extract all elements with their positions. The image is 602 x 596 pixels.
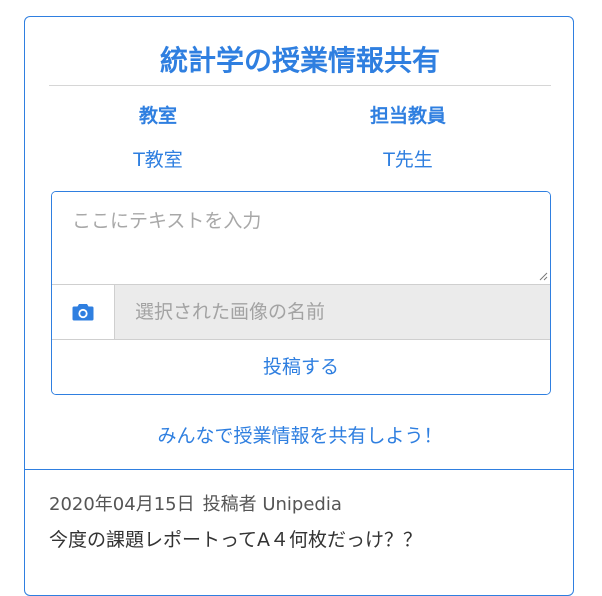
page-title: 統計学の授業情報共有: [159, 44, 440, 77]
share-call-to-action: みんなで授業情報を共有しよう！: [157, 425, 443, 447]
post-date: 2020年04月15日: [49, 494, 195, 515]
selected-image-name[interactable]: 選択された画像の名前: [115, 285, 550, 339]
submit-post-button[interactable]: 投稿する: [52, 340, 550, 394]
teacher-heading: 担当教員: [369, 105, 446, 127]
classroom-heading: 教室: [138, 105, 177, 127]
teacher-value: T先生: [383, 149, 433, 171]
title-divider: [49, 85, 551, 86]
post-author: 投稿者 Unipedia: [202, 494, 342, 515]
camera-button[interactable]: [52, 285, 115, 339]
post-body: 今度の課題レポートってA４何枚だっけ？？: [49, 529, 423, 551]
post-text-input[interactable]: [52, 192, 550, 284]
classroom-value: T教室: [133, 149, 183, 171]
image-select-row: 選択された画像の名前: [52, 284, 550, 340]
course-card: 統計学の授業情報共有 教室 担当教員 T教室 T先生 選択された画像の名前 投稿…: [24, 16, 574, 596]
post-meta: 2020年04月15日 投稿者 Unipedia: [49, 493, 342, 517]
resize-grip-icon[interactable]: [539, 272, 548, 281]
post-form: 選択された画像の名前 投稿する: [51, 191, 551, 395]
camera-icon: [72, 304, 94, 321]
section-divider: [25, 469, 573, 470]
